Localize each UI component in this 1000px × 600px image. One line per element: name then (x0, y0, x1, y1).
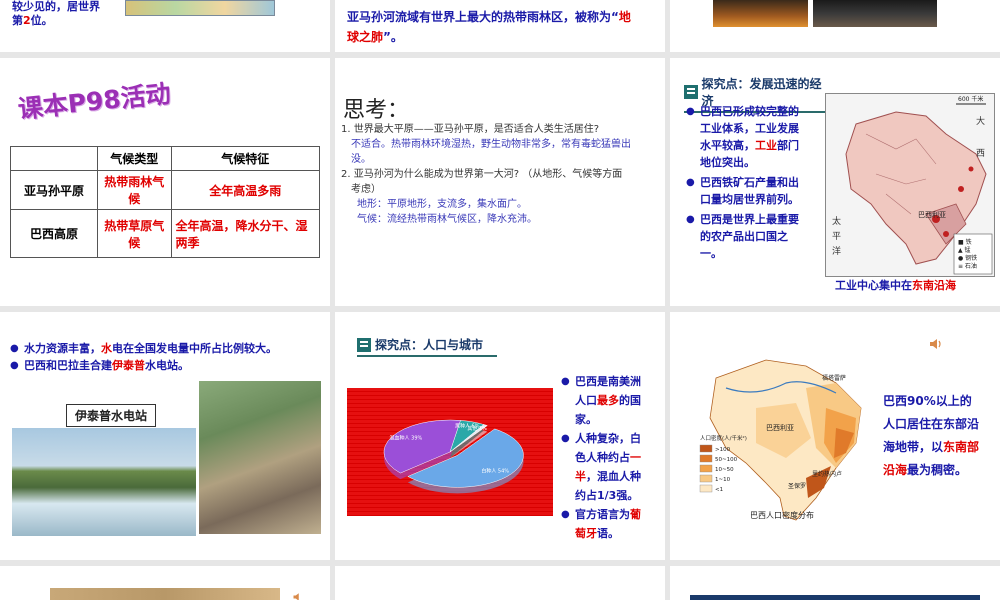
question-2: 2. 亚马孙河为什么能成为世界第一大河? （从地形、气候等方面考虑） (341, 169, 623, 195)
answer-2b: 气候：流经热带雨林气候区，降水充沛。 (357, 214, 537, 225)
slide-thinking[interactable]: 思考： 1. 世界最大平原——亚马孙平原，是否适合人类生活居住? 不适合。热带雨… (335, 58, 665, 306)
slide-top-mid[interactable]: 亚马孙河流域有世界上最大的热带雨林区，被称为“地 球之肺”。 (335, 0, 665, 52)
svg-text:洋: 洋 (832, 245, 841, 257)
legend-swatch (699, 474, 713, 483)
table-header-cell: 气候类型 (97, 146, 172, 171)
economy-bullet-1: 巴西已形成较完整的工业体系，工业发展水平较高，工业部门地位突出。 (686, 103, 808, 171)
table-cell: 亚马孙平原 (10, 170, 98, 210)
slide-top-right[interactable] (670, 0, 1000, 52)
top-mid-text: 亚马孙河流域有世界上最大的热带雨林区，被称为“地 球之肺”。 (347, 10, 631, 44)
slide-bottom-mid[interactable] (335, 566, 665, 600)
density-map-title: 巴西人口密度分布 (750, 511, 814, 520)
fire-photo-1 (713, 0, 808, 27)
table-header-cell (10, 146, 98, 171)
svg-text:巴西利亚: 巴西利亚 (766, 423, 794, 432)
legend-label: <1 (715, 487, 723, 493)
dam-photo-2 (199, 381, 321, 534)
thinking-title: 思考： (343, 98, 410, 123)
legend-label: >100 (715, 447, 731, 453)
speaker-icon[interactable] (292, 588, 304, 600)
pie-label: 白种人 54% (481, 468, 509, 475)
svg-text:圣保罗: 圣保罗 (788, 482, 806, 490)
svg-text:西: 西 (976, 148, 985, 159)
legend-swatch (699, 454, 713, 463)
svg-text:■ 铁: ■ 铁 (958, 238, 972, 246)
economy-bullet-2: 巴西铁矿石产量和出口量均居世界前列。 (686, 174, 808, 208)
top-left-text-2: 第2位。 (12, 14, 53, 27)
bottom-photo (50, 588, 280, 600)
slide-bottom-right[interactable] (670, 566, 1000, 600)
top-left-map-image (125, 0, 275, 16)
density-text: 巴西90%以上的人口居住在东部沿海地带，以东南部沿海最为稠密。 (883, 394, 980, 477)
activity-title: 课本P98活动 (16, 79, 172, 124)
section-marker-icon (684, 85, 698, 99)
question-1: 1. 世界最大平原——亚马孙平原，是否适合人类生活居住? (341, 124, 600, 135)
climate-table: 气候类型 气候特征 亚马孙平原 热带雨林气候 全年高温多雨 巴西高原 热带草原气… (10, 146, 320, 258)
dam-photo-1 (12, 428, 196, 536)
pie-label: 其他 1% (467, 425, 487, 432)
table-cell: 全年高温多雨 (170, 170, 320, 210)
density-map: 巴西利亚 里约热内卢 圣保罗 福塔雷萨 人口密度(人/千米²) >100 50~10… (696, 348, 874, 526)
brazil-industry-map: ■ 铁 ▲ 锰 ● 钢铁 ≡ 石油 巴西利亚 大 西 太 平 洋 600 千米 (825, 93, 995, 277)
svg-text:● 钢铁: ● 钢铁 (958, 254, 977, 262)
speaker-icon[interactable] (928, 336, 944, 352)
slide-activity[interactable]: 课本P98活动 气候类型 气候特征 亚马孙平原 热带雨林气候 全年高温多雨 巴西… (0, 58, 330, 306)
fire-photo-2 (813, 0, 937, 27)
population-bullet-3: 官方语言为葡萄牙语。 (561, 505, 649, 543)
legend-title: 人口密度(人/千米²) (700, 434, 747, 442)
section-title-population: 探究点：人口与城市 (357, 336, 497, 357)
legend-label: 50~100 (715, 457, 738, 463)
slide-top-left[interactable]: 较少见的，居世界 第2位。 (0, 0, 330, 52)
legend-swatch (699, 464, 713, 473)
legend-swatch (699, 444, 713, 453)
population-bullet-1: 巴西是南美洲人口最多的国家。 (561, 372, 649, 429)
table-cell: 热带草原气候 (97, 209, 172, 258)
slide-population[interactable]: 探究点：人口与城市 白种人 54%混血种人 39%黑种人 6%其他 1% 巴西是… (335, 312, 665, 560)
legend-swatch (699, 484, 713, 493)
slide-bottom-left[interactable] (0, 566, 330, 600)
section-marker-icon (357, 337, 371, 352)
slide-density[interactable]: 巴西利亚 里约热内卢 圣保罗 福塔雷萨 人口密度(人/千米²) >100 50~10… (670, 312, 1000, 560)
slide-economy[interactable]: 探究点：发展迅速的经济 巴西已形成较完整的工业体系，工业发展水平较高，工业部门地… (670, 58, 1000, 306)
itaipu-label: 伊泰普水电站 (66, 404, 157, 427)
top-left-text-1: 较少见的，居世界 (12, 0, 100, 13)
legend-label: 1~10 (715, 477, 731, 483)
svg-text:平: 平 (832, 231, 841, 242)
svg-text:600 千米: 600 千米 (958, 95, 983, 103)
economy-bullet-3: 巴西是世界上最重要的农产品出口国之一。 (686, 211, 808, 262)
svg-text:太: 太 (832, 215, 841, 227)
map-label-brasilia: 巴西利亚 (918, 210, 946, 219)
hydro-bullet-2: 巴西和巴拉圭合建伊泰普水电站。 (10, 357, 328, 374)
population-pie-chart: 白种人 54% 混血种人 39% 黑种人 6% 其他 1% (347, 388, 553, 516)
answer-1: 不适合。热带雨林环境湿热，野生动物非常多，常有毒蛇猛兽出没。 (351, 139, 631, 165)
svg-text:福塔雷萨: 福塔雷萨 (822, 374, 846, 382)
pie-label: 混血种人 39% (390, 434, 423, 441)
legend-label: 10~50 (715, 467, 734, 473)
table-cell: 全年高温，降水分干、湿两季 (170, 209, 320, 258)
slide-hydropower[interactable]: 水力资源丰富，水电在全国发电量中所占比例较大。 巴西和巴拉圭合建伊泰普水电站。 … (0, 312, 330, 560)
answer-2a: 地形：平原地形，支流多，集水面广。 (357, 199, 527, 210)
svg-text:大: 大 (976, 115, 985, 127)
hydro-bullet-1: 水力资源丰富，水电在全国发电量中所占比例较大。 (10, 340, 328, 357)
economy-map-caption: 工业中心集中在东南沿海 (835, 279, 956, 292)
bottom-right-banner (690, 595, 980, 600)
table-cell: 热带雨林气候 (97, 170, 172, 210)
population-bullet-2: 人种复杂，白色人种约占一半，混血人种约占1/3强。 (561, 429, 649, 505)
table-cell: 巴西高原 (10, 209, 98, 258)
svg-text:里约热内卢: 里约热内卢 (812, 470, 842, 478)
svg-text:≡ 石油: ≡ 石油 (958, 262, 977, 270)
table-header-cell: 气候特征 (170, 146, 320, 171)
svg-text:▲ 锰: ▲ 锰 (958, 246, 971, 254)
